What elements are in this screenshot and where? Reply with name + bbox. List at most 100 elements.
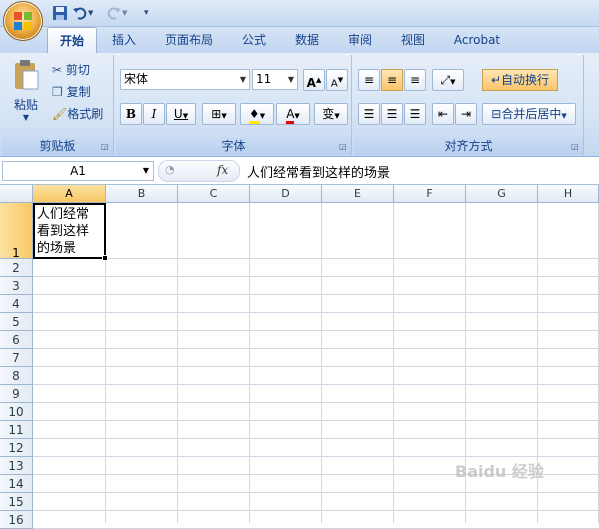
clipboard-group-label: 剪贴板 [2, 137, 113, 155]
row-header-3[interactable]: 3 [0, 277, 33, 295]
row-header-2[interactable]: 2 [0, 259, 33, 277]
customize-qat-icon[interactable]: ▾ [144, 5, 156, 21]
fill-handle[interactable] [102, 255, 108, 261]
font-name-value: 宋体 [124, 72, 149, 86]
column-header-g[interactable]: G [466, 185, 538, 203]
brush-icon: 🖌 [52, 107, 68, 121]
row-header-9[interactable]: 9 [0, 385, 33, 403]
gridline [33, 420, 599, 421]
collapse-icon[interactable]: ◔ [165, 163, 175, 176]
row-header-16[interactable]: 16 [0, 511, 33, 529]
column-header-c[interactable]: C [178, 185, 250, 203]
tab-page-layout[interactable]: 页面布局 [157, 27, 221, 53]
row-header-15[interactable]: 15 [0, 493, 33, 511]
phonetic-button[interactable]: 变▼ [314, 103, 348, 125]
align-left-button[interactable]: ☰ [358, 103, 380, 125]
font-name-combo[interactable]: 宋体 ▼ [120, 69, 250, 90]
font-size-combo[interactable]: 11 ▼ [252, 69, 298, 90]
undo-dropdown-icon[interactable]: ▼ [88, 5, 96, 21]
paste-icon [15, 60, 39, 90]
undo-icon[interactable] [72, 5, 88, 21]
formula-controls: ◔ fx [158, 160, 240, 182]
office-button[interactable] [3, 1, 43, 41]
redo-dropdown-icon[interactable]: ▼ [122, 5, 130, 21]
orientation-button[interactable]: ⤢▼ [432, 69, 464, 91]
row-header-12[interactable]: 12 [0, 439, 33, 457]
align-bottom-button[interactable]: ≡ [404, 69, 426, 91]
align-top-icon: ≡ [363, 73, 375, 87]
clipboard-launcher-icon[interactable]: ◲ [101, 142, 111, 152]
decrease-indent-button[interactable]: ⇤ [432, 103, 454, 125]
column-header-h[interactable]: H [538, 185, 599, 203]
align-top-button[interactable]: ≡ [358, 69, 380, 91]
fill-color-button[interactable]: ♦▼ [240, 103, 274, 125]
row-header-10[interactable]: 10 [0, 403, 33, 421]
shrink-font-button[interactable]: A▼ [326, 69, 348, 91]
tab-view[interactable]: 视图 [393, 27, 433, 53]
font-launcher-icon[interactable]: ◲ [339, 142, 349, 152]
tab-data[interactable]: 数据 [287, 27, 327, 53]
row-header-8[interactable]: 8 [0, 367, 33, 385]
italic-button[interactable]: I [143, 103, 165, 125]
tab-insert[interactable]: 插入 [104, 27, 144, 53]
tab-home[interactable]: 开始 [47, 27, 97, 53]
row-header-5[interactable]: 5 [0, 313, 33, 331]
tab-formulas[interactable]: 公式 [234, 27, 274, 53]
row-header-14[interactable]: 14 [0, 475, 33, 493]
row-header-4[interactable]: 4 [0, 295, 33, 313]
column-header-a[interactable]: A [33, 185, 106, 203]
wrap-text-icon: ↵ [490, 73, 502, 87]
gridline [177, 203, 178, 523]
tab-acrobat[interactable]: Acrobat [446, 27, 508, 53]
font-color-button[interactable]: A▼ [276, 103, 310, 125]
row-header-11[interactable]: 11 [0, 421, 33, 439]
wrap-text-label: 自动换行 [501, 73, 550, 87]
merge-center-button[interactable]: ⊟合并后居中▼ [482, 103, 576, 125]
align-middle-button[interactable]: ≡ [381, 69, 403, 91]
formula-input[interactable]: 人们经常看到这样的场景 [247, 162, 390, 181]
column-header-b[interactable]: B [106, 185, 178, 203]
format-painter-button[interactable]: 🖌格式刷 [52, 105, 103, 122]
formula-bar: A1 ▼ ◔ fx 人们经常看到这样的场景 [0, 158, 599, 185]
phonetic-icon: 变 [322, 107, 335, 121]
column-header-f[interactable]: F [394, 185, 466, 203]
gridline [249, 203, 250, 523]
font-group-label: 字体 [116, 137, 351, 155]
underline-button[interactable]: U▼ [166, 103, 196, 125]
align-center-button[interactable]: ☰ [381, 103, 403, 125]
save-icon[interactable] [52, 5, 68, 21]
orientation-icon: ⤢ [440, 73, 451, 87]
increase-indent-button[interactable]: ⇥ [455, 103, 477, 125]
select-all-corner[interactable] [0, 185, 33, 203]
row-header-13[interactable]: 13 [0, 457, 33, 475]
gridline [33, 312, 599, 313]
gridline [33, 330, 599, 331]
gridline [321, 203, 322, 523]
bold-button[interactable]: B [120, 103, 142, 125]
grow-font-button[interactable]: A▲ [303, 69, 325, 91]
copy-label: 复制 [66, 85, 91, 99]
borders-button[interactable]: ⊞▼ [202, 103, 236, 125]
gridline [33, 366, 599, 367]
redo-icon[interactable] [106, 5, 122, 21]
cell-a1[interactable]: 人们经常 看到这样 的场景 [33, 203, 108, 261]
gridline [33, 438, 599, 439]
column-header-d[interactable]: D [250, 185, 322, 203]
name-box[interactable]: A1 ▼ [2, 161, 154, 181]
format-painter-label: 格式刷 [67, 107, 104, 121]
align-bottom-icon: ≡ [409, 73, 421, 87]
align-right-button[interactable]: ☰ [404, 103, 426, 125]
alignment-launcher-icon[interactable]: ◲ [571, 142, 581, 152]
copy-button[interactable]: ❐ 复制 [52, 83, 91, 100]
insert-function-icon[interactable]: fx [217, 163, 228, 177]
column-header-e[interactable]: E [322, 185, 394, 203]
cut-button[interactable]: ✂ 剪切 [52, 61, 90, 78]
row-header-1[interactable]: 1 [0, 203, 33, 260]
borders-icon: ⊞ [211, 107, 222, 121]
wrap-text-button[interactable]: ↵自动换行 [482, 69, 558, 91]
merge-center-label: 合并后居中 [501, 107, 562, 121]
row-header-7[interactable]: 7 [0, 349, 33, 367]
paste-button[interactable]: 粘贴 ▼ [8, 59, 44, 129]
tab-review[interactable]: 审阅 [340, 27, 380, 53]
row-header-6[interactable]: 6 [0, 331, 33, 349]
